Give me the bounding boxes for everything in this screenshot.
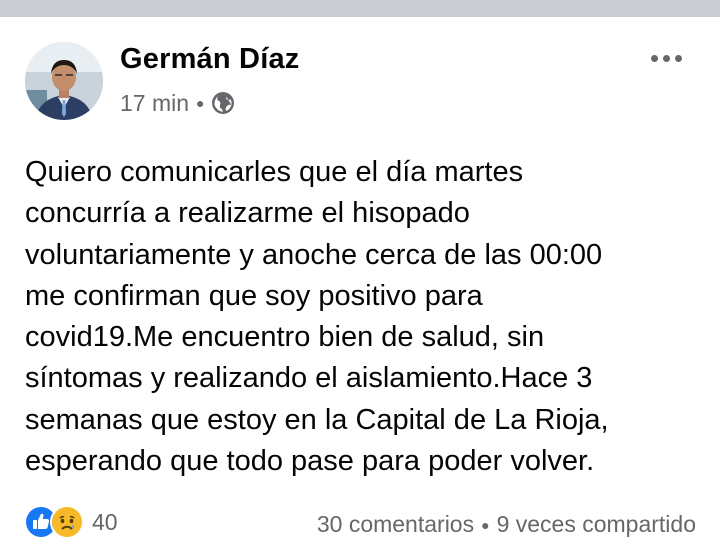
more-dot: [674, 54, 682, 62]
shares-link[interactable]: 9 veces compartido: [497, 511, 696, 538]
comments-link[interactable]: 30 comentarios: [317, 511, 474, 538]
sad-icon: [50, 505, 84, 539]
globe-icon[interactable]: [211, 91, 235, 115]
meta-separator: ●: [196, 95, 205, 111]
post-footer: 40 30 comentarios ● 9 veces compartido: [0, 504, 720, 544]
post-text: Quiero comunicarles que el día martes co…: [25, 156, 609, 478]
post-stats: 30 comentarios ● 9 veces compartido: [317, 511, 696, 538]
avatar[interactable]: [25, 42, 103, 120]
stats-separator: ●: [481, 516, 490, 533]
reaction-count[interactable]: 40: [92, 509, 118, 536]
more-options-icon[interactable]: [640, 45, 692, 71]
reactions-summary[interactable]: 40: [24, 505, 118, 539]
author-name[interactable]: Germán Díaz: [120, 43, 300, 76]
post-meta: 17 min ●: [120, 89, 235, 117]
post-time[interactable]: 17 min: [120, 90, 189, 117]
more-dot: [650, 54, 658, 62]
post-card: Germán Díaz 17 min ● Quiero comunicarles…: [0, 17, 720, 554]
feed-divider: [0, 0, 720, 17]
more-dot: [662, 54, 670, 62]
